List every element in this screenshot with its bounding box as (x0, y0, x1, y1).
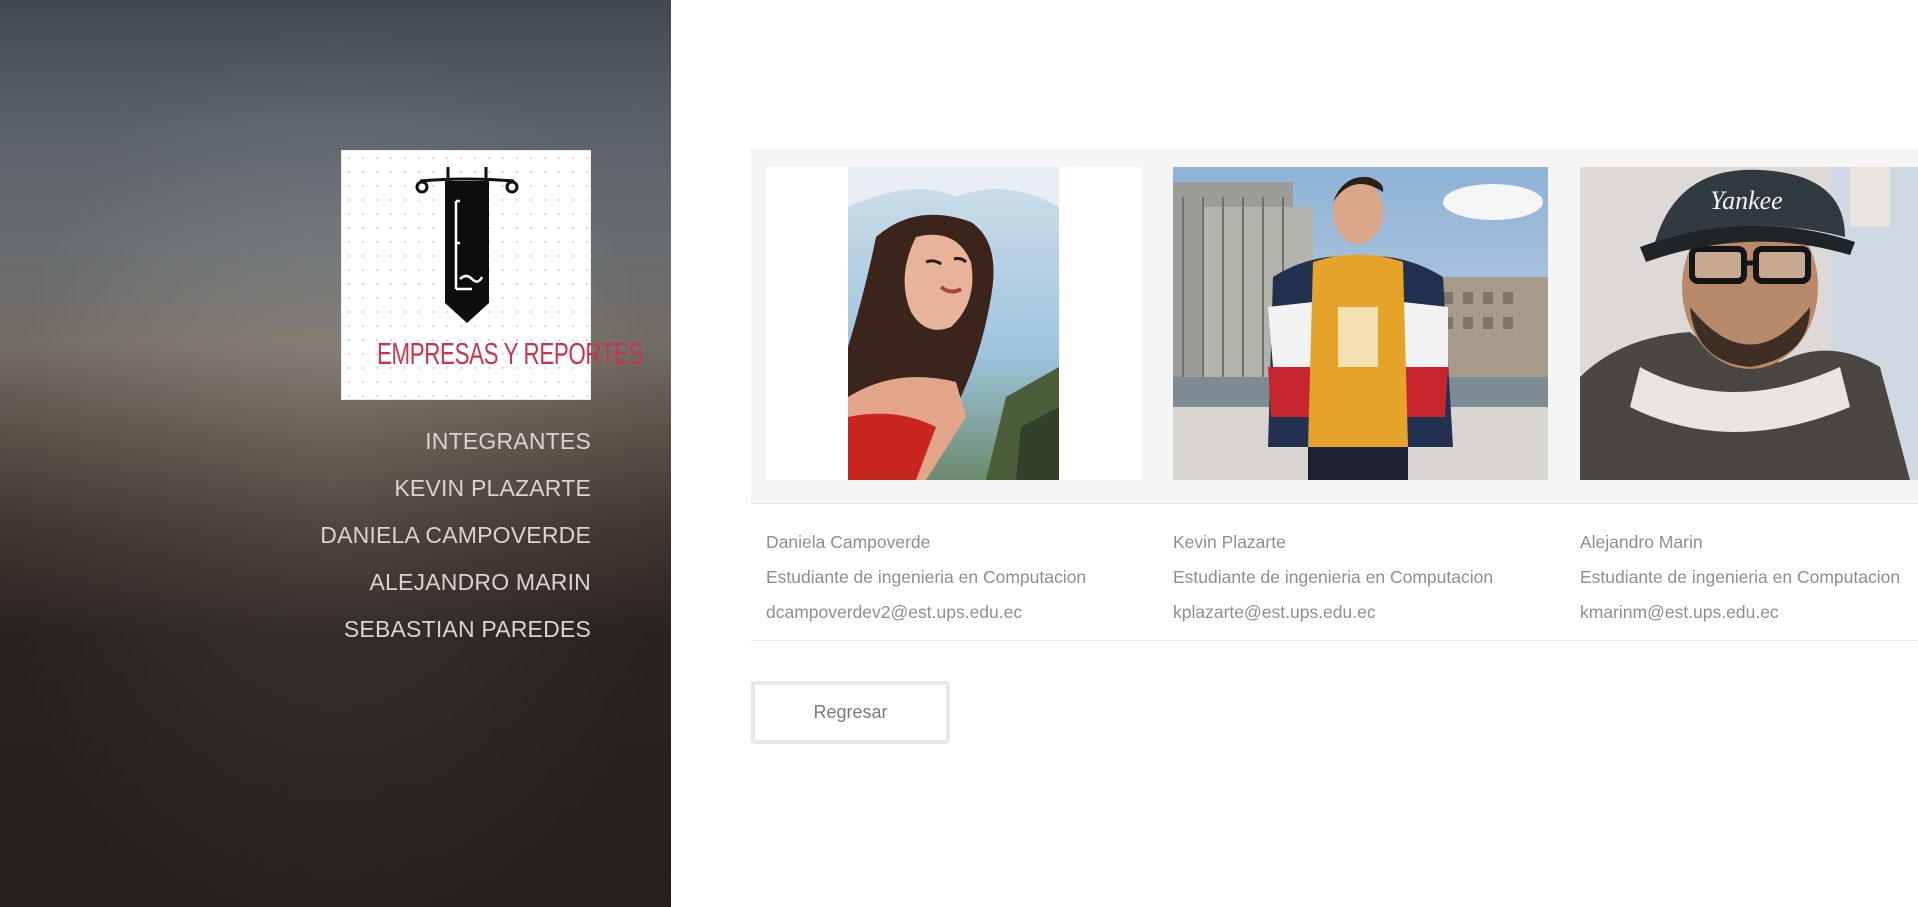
member-role: Estudiante de ingenieria en Computacion (1173, 567, 1494, 587)
member-email[interactable]: kmarinm@est.ups.edu.ec (1580, 595, 1918, 630)
member-photo-alejandro: Yankee (1580, 167, 1918, 480)
members-carousel: Yankee (751, 150, 1918, 504)
pennant-banner-icon (415, 167, 519, 323)
member-info-daniela: Daniela Campoverde Estudiante de ingenie… (766, 525, 1156, 630)
member-info-alejandro: Alejandro Marin Estudiante de ingenieria… (1580, 525, 1918, 630)
main-content: Yankee Daniela Campoverde Estudiante de … (671, 0, 1918, 907)
nav-item-daniela-campoverde[interactable]: DANIELA CAMPOVERDE (191, 512, 591, 559)
sidebar-nav: INTEGRANTES KEVIN PLAZARTE DANIELA CAMPO… (191, 418, 591, 653)
member-role: Estudiante de ingenieria en Computacion (1580, 567, 1901, 587)
logo-text: EMPRESAS Y REPORTES (377, 336, 644, 371)
member-photo-kevin (1173, 167, 1548, 480)
nav-item-kevin-plazarte[interactable]: KEVIN PLAZARTE (191, 465, 591, 512)
member-name: Daniela Campoverde (766, 532, 931, 552)
member-role: Estudiante de ingenieria en Computacion (766, 567, 1087, 587)
member-info-kevin: Kevin Plazarte Estudiante de ingenieria … (1173, 525, 1563, 630)
site-logo[interactable]: EMPRESAS Y REPORTES (341, 150, 644, 400)
svg-text:Yankee: Yankee (1710, 186, 1783, 215)
member-photo-daniela (766, 167, 1141, 480)
nav-item-sebastian-paredes[interactable]: SEBASTIAN PAREDES (191, 606, 591, 653)
sidebar: EMPRESAS Y REPORTES INTEGRANTES KEVIN PL… (0, 0, 671, 907)
divider (751, 640, 1918, 641)
member-email[interactable]: dcampoverdev2@est.ups.edu.ec (766, 595, 1156, 630)
member-name: Alejandro Marin (1580, 532, 1703, 552)
nav-item-integrantes[interactable]: INTEGRANTES (191, 418, 591, 465)
nav-item-alejandro-marin[interactable]: ALEJANDRO MARIN (191, 559, 591, 606)
member-name: Kevin Plazarte (1173, 532, 1286, 552)
back-button[interactable]: Regresar (751, 681, 950, 744)
member-email[interactable]: kplazarte@est.ups.edu.ec (1173, 595, 1563, 630)
